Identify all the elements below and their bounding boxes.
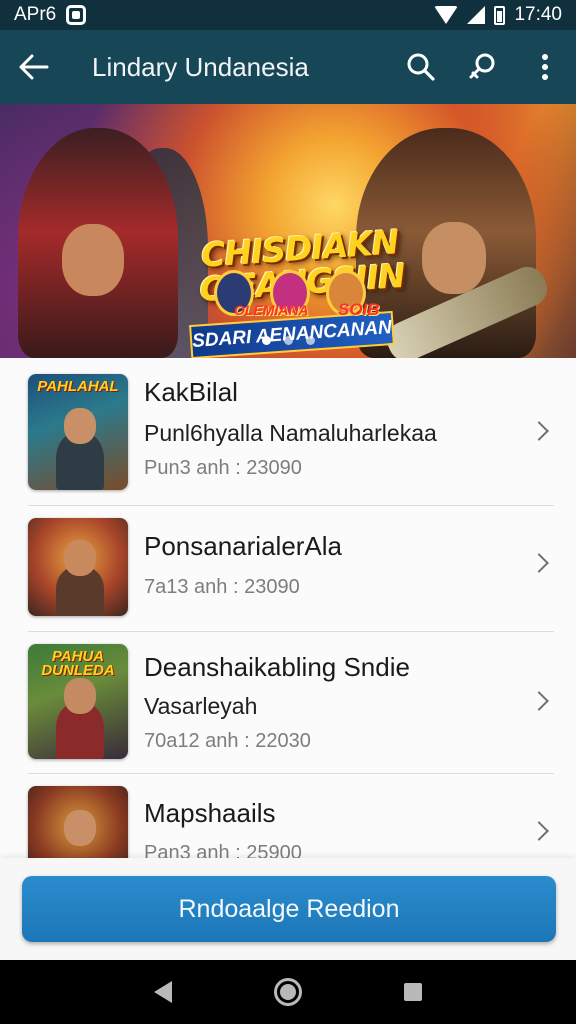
- list-item[interactable]: PonsanarialerAla 7a13 anh : 23090: [0, 506, 576, 632]
- back-button[interactable]: [0, 30, 68, 104]
- nav-recents-icon: [404, 983, 423, 1001]
- bottom-action-area: Rndoaalge Reedion: [0, 858, 576, 960]
- wifi-icon: [434, 6, 459, 24]
- nav-home-icon: [273, 978, 302, 1006]
- game-list: PAHLAHAL KakBilal Punl6hyalla Namaluharl…: [0, 358, 576, 858]
- game-meta: 7a13 anh : 23090: [144, 576, 300, 598]
- game-subtitle: Vasarleyah: [144, 693, 258, 719]
- game-thumbnail: [28, 786, 128, 858]
- nav-back-button[interactable]: [133, 960, 193, 1024]
- key-search-icon: [469, 53, 495, 79]
- list-item[interactable]: Mapshaails Pan3 anh : 25900: [0, 774, 576, 858]
- thumbnail-logo: PAHLAHAL: [37, 378, 119, 395]
- game-meta: 70a12 anh : 22030: [144, 730, 311, 752]
- hero-badge-caption: SOIB: [338, 300, 380, 319]
- filter-search-button[interactable]: [452, 30, 514, 104]
- hero-character-right-face: [422, 222, 486, 294]
- game-thumbnail: PAHLAHAL: [28, 374, 128, 490]
- status-bar: APr6 17:40: [0, 0, 576, 30]
- status-carrier-text: APr6: [14, 4, 57, 25]
- carousel-dot[interactable]: [283, 336, 293, 345]
- screen: APr6 17:40 Lindary Undanesia CHISDIAKN S…: [0, 0, 576, 1024]
- primary-action-button[interactable]: Rndoaalge Reedion: [22, 876, 556, 942]
- nav-back-icon: [153, 981, 172, 1003]
- game-title: PonsanarialerAla: [144, 531, 343, 561]
- more-options-button[interactable]: [514, 30, 576, 104]
- chevron-right-icon: [529, 691, 549, 711]
- notification-icon: [66, 5, 87, 25]
- app-bar: Lindary Undanesia: [0, 30, 576, 104]
- chevron-right-icon: [529, 553, 549, 573]
- back-arrow-icon: [19, 54, 49, 80]
- chevron-right-icon: [529, 821, 549, 841]
- list-item[interactable]: PAHLAHAL KakBilal Punl6hyalla Namaluharl…: [0, 358, 576, 506]
- hero-character-left-face: [62, 224, 124, 296]
- battery-icon: [494, 5, 506, 25]
- carousel-dot[interactable]: [261, 336, 271, 345]
- page-title: Lindary Undanesia: [92, 51, 309, 82]
- game-title: KakBilal: [144, 377, 238, 407]
- game-meta: Pan3 anh : 25900: [144, 842, 302, 858]
- game-meta: Pun3 anh : 23090: [144, 457, 302, 479]
- search-icon: [407, 53, 435, 81]
- game-title: Deanshaikabling Sndie: [144, 652, 410, 682]
- nav-home-button[interactable]: [258, 960, 318, 1024]
- carousel-dot[interactable]: [305, 336, 315, 345]
- hero-banner[interactable]: CHISDIAKN CIEANGSIIN SDARI AENANCANAN OL…: [0, 104, 576, 358]
- game-thumbnail: PAHUA DUNLEDA: [28, 644, 128, 759]
- thumbnail-logo: PAHUA DUNLEDA: [41, 648, 115, 679]
- game-title: Mapshaails: [144, 798, 276, 828]
- chevron-right-icon: [529, 421, 549, 441]
- carousel-indicator: [0, 336, 576, 345]
- signal-icon: [467, 6, 486, 24]
- game-subtitle: Punl6hyalla Namaluharlekaa: [144, 420, 437, 446]
- system-nav-bar: [0, 960, 576, 1024]
- search-button[interactable]: [390, 30, 452, 104]
- game-thumbnail: [28, 518, 128, 616]
- list-item[interactable]: PAHUA DUNLEDA Deanshaikabling Sndie Vasa…: [0, 632, 576, 774]
- status-time: 17:40: [514, 4, 562, 25]
- nav-recents-button[interactable]: [383, 960, 443, 1024]
- hero-badge-caption: OLEMIANA: [234, 302, 309, 318]
- more-vert-icon: [542, 54, 548, 80]
